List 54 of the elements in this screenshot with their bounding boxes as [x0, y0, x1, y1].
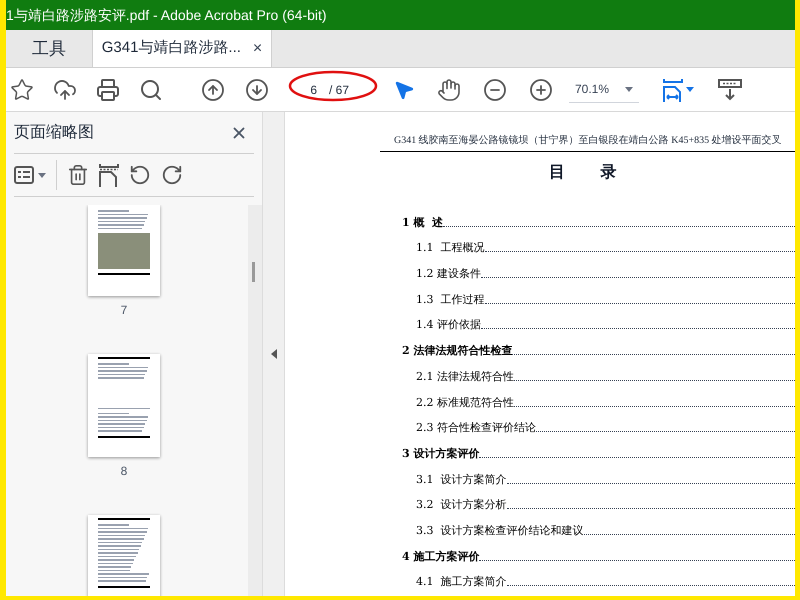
rotate-left-icon[interactable] — [129, 164, 151, 186]
next-page-icon[interactable] — [245, 78, 269, 102]
scrollbar-thumb[interactable] — [252, 262, 255, 282]
toc-title: 目 录 — [549, 161, 626, 183]
options-list-icon[interactable] — [14, 166, 34, 184]
toc-entry[interactable]: 1.2 建设条件 — [416, 268, 481, 280]
bookmark-star-icon[interactable] — [10, 78, 34, 102]
toc-entry[interactable]: 4 施工方案评价 — [402, 550, 480, 562]
toc-entry[interactable]: 3.2 设计方案分析 — [416, 499, 506, 510]
toc-entry[interactable]: 2.1 法律法规符合性 — [416, 370, 514, 382]
page-number-field[interactable]: 6 — [293, 80, 321, 98]
dropdown-caret-icon — [625, 86, 633, 92]
dropdown-caret-icon — [686, 87, 694, 92]
toc-entry[interactable]: 2.2 标准规范符合性 — [416, 396, 514, 408]
pointer-icon[interactable] — [393, 78, 415, 100]
toc-entry[interactable]: 4.1 施工方案简介 — [416, 576, 506, 588]
toc-entry[interactable]: 2 法律法规符合性检查 — [402, 345, 512, 356]
rotate-right-icon[interactable] — [161, 164, 183, 186]
page-number: 7 — [120, 304, 128, 316]
search-icon[interactable] — [139, 78, 163, 102]
upload-cloud-icon[interactable] — [53, 78, 77, 102]
print-icon[interactable] — [96, 78, 120, 102]
toc-entry[interactable]: 1.4 评价依据 — [416, 319, 481, 330]
page-number: 8 — [120, 465, 128, 477]
hand-icon[interactable] — [437, 78, 461, 102]
toc-entry[interactable]: 3 设计方案评价 — [402, 448, 480, 459]
page-header: G341 线胶南至海晏公路镜镜坝（甘宁界）至白银段在靖白公路 K45+835 处增设平面交叉 — [393, 134, 783, 148]
page-thumbnail[interactable] — [88, 205, 160, 296]
previous-page-icon[interactable] — [201, 78, 225, 102]
delete-trash-icon[interactable] — [67, 164, 89, 186]
dropdown-caret-icon — [38, 172, 46, 178]
page-thumbnail[interactable] — [88, 515, 160, 596]
toc-entry[interactable]: 3.1 设计方案简介 — [416, 474, 506, 485]
toc-entry[interactable]: 1.3 工作过程 — [416, 294, 484, 305]
tab[interactable]: 工具 — [6, 30, 92, 67]
page-total: / 67 — [329, 82, 350, 98]
collapse-arrow-icon[interactable] — [270, 349, 276, 359]
photo-placeholder — [98, 233, 150, 269]
fit-page-icon[interactable] — [663, 78, 683, 102]
zoom-in-icon[interactable] — [529, 78, 553, 102]
toc-entry[interactable]: 1 概 述 — [402, 216, 444, 228]
read-mode-icon[interactable] — [718, 78, 742, 100]
insert-page-icon[interactable] — [99, 163, 119, 187]
scrollbar[interactable] — [248, 205, 262, 596]
zoom-field[interactable]: 70.1% — [569, 76, 639, 102]
zoom-out-icon[interactable] — [483, 78, 507, 102]
tab[interactable]: G341与靖白路涉路... × — [92, 30, 272, 67]
panel-title: 页面缩略图 — [14, 122, 94, 142]
page-thumbnail[interactable] — [88, 354, 160, 457]
toc-entry[interactable]: 1.1 工程概况 — [416, 242, 484, 254]
toc-entry[interactable]: 3.3 设计方案检查评价结论和建议 — [416, 524, 584, 536]
close-tab-button[interactable]: × — [252, 36, 262, 60]
toc-entry[interactable]: 2.3 符合性检查评价结论 — [416, 422, 536, 434]
window-title: 1与靖白路涉路安评.pdf - Adobe Acrobat Pro (64-bit) — [6, 6, 327, 25]
